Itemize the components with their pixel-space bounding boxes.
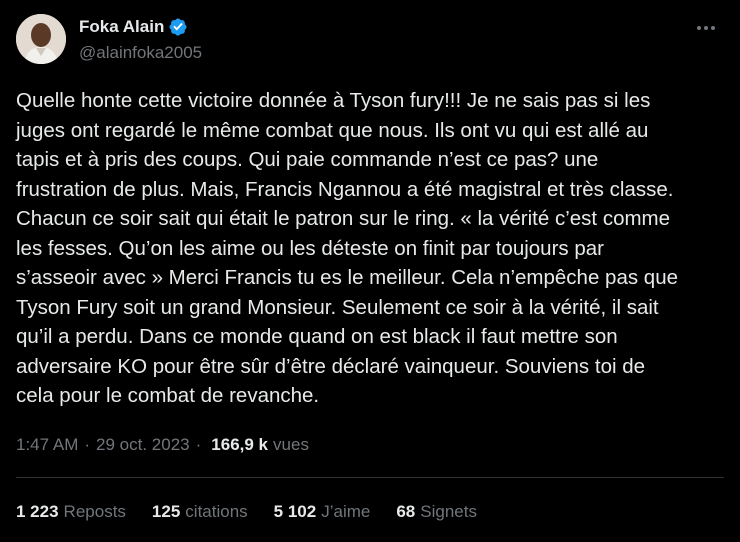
tweet-time[interactable]: 1:47 AM: [16, 435, 78, 455]
reposts-label: Reposts: [63, 502, 126, 521]
divider: [16, 477, 724, 478]
quotes-label: citations: [185, 502, 248, 521]
views-count: 166,9 k: [211, 435, 269, 454]
meta-separator: ·: [84, 435, 91, 454]
quotes-stat[interactable]: 125 citations: [152, 502, 248, 522]
author-handle[interactable]: @alainfoka2005: [79, 43, 202, 63]
tweet-text: Quelle honte cette victoire donnée à Tys…: [16, 89, 678, 407]
avatar[interactable]: [16, 14, 66, 64]
likes-stat[interactable]: 5 102 J’aime: [274, 502, 371, 522]
engagement-stats: 1 223 Reposts 125 citations 5 102 J’aime…: [16, 502, 503, 522]
meta-separator-2: ·: [195, 435, 202, 454]
more-options-icon[interactable]: [694, 18, 718, 38]
author-name[interactable]: Foka Alain: [79, 17, 164, 37]
tweet-date[interactable]: 29 oct. 2023: [96, 435, 190, 455]
bookmarks-label: Signets: [420, 502, 477, 521]
tweet-meta: 1:47 AM · 29 oct. 2023 · 166,9 k vues: [16, 435, 309, 455]
likes-count: 5 102: [273, 502, 317, 521]
bookmarks-stat[interactable]: 68 Signets: [396, 502, 477, 522]
tweet-header: Foka Alain @alainfoka2005: [16, 14, 724, 66]
reposts-count: 1 223: [16, 502, 59, 521]
views-label: vues: [273, 435, 309, 454]
verified-badge-icon: [169, 18, 187, 36]
quotes-count: 125: [151, 502, 181, 521]
avatar-image: [16, 14, 66, 64]
bookmarks-count: 68: [396, 502, 416, 521]
likes-label: J’aime: [321, 502, 371, 521]
reposts-stat[interactable]: 1 223 Reposts: [16, 502, 126, 522]
